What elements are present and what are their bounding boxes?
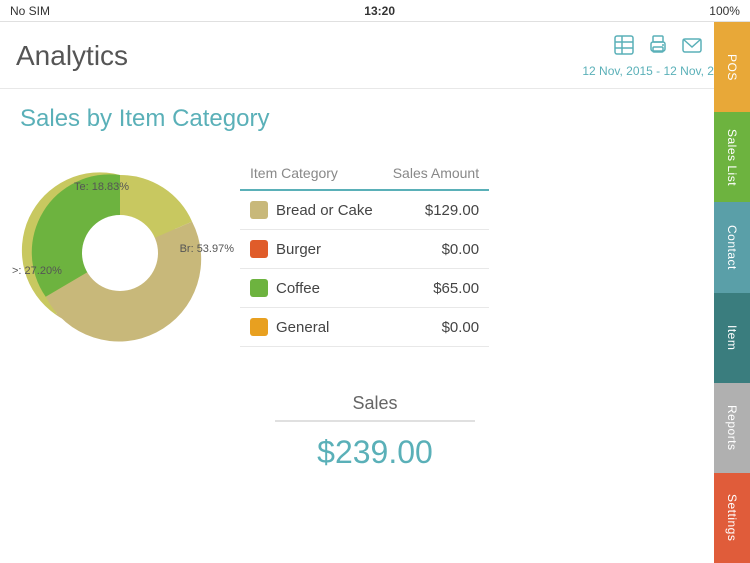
table-row: General $0.00 [240, 308, 489, 347]
category-name: Burger [276, 241, 321, 258]
table-container: Item Category Sales Amount Bread or Cake… [240, 159, 730, 347]
chart-table-row: Te: 18.83% Br: 53.97% >: 27.20% Item Cat… [20, 153, 730, 353]
date-range: 12 Nov, 2015 - 12 Nov, 2015 [582, 64, 734, 78]
main-content: Analytics [0, 22, 750, 563]
status-right: 100% [709, 4, 740, 18]
category-cell: Bread or Cake [240, 190, 383, 230]
status-bar: No SIM 13:20 100% [0, 0, 750, 22]
page-content: Sales by Item Category [0, 89, 750, 487]
amount-cell: $0.00 [383, 230, 489, 269]
sidebar-item-pos[interactable]: POS [714, 22, 750, 112]
print-icon[interactable] [613, 34, 635, 62]
sidebar: POSSales ListContactItemReportsSettings [714, 22, 750, 563]
category-cell: Burger [240, 230, 383, 269]
amount-cell: $65.00 [383, 269, 489, 308]
sidebar-item-sales-list[interactable]: Sales List [714, 112, 750, 202]
sales-amount: $239.00 [20, 434, 730, 471]
amount-cell: $0.00 [383, 308, 489, 347]
sidebar-item-reports[interactable]: Reports [714, 383, 750, 473]
chart-label-te: Te: 18.83% [74, 181, 129, 193]
sales-total-section: Sales $239.00 [20, 383, 730, 471]
category-name: Coffee [276, 280, 320, 297]
email-icon[interactable] [681, 34, 703, 62]
color-swatch [250, 318, 268, 336]
category-name: Bread or Cake [276, 202, 373, 219]
section-title: Sales by Item Category [20, 105, 730, 133]
app-container: Analytics [0, 22, 750, 563]
category-cell: Coffee [240, 269, 383, 308]
chart-label-co: >: 27.20% [12, 265, 62, 277]
chart-label-br: Br: 53.97% [180, 243, 234, 255]
sidebar-item-contact[interactable]: Contact [714, 202, 750, 292]
category-cell: General [240, 308, 383, 347]
battery-label: 100% [709, 4, 740, 18]
table-row: Coffee $65.00 [240, 269, 489, 308]
sales-label: Sales [275, 393, 475, 422]
header-actions: 12 Nov, 2015 - 12 Nov, 2015 [582, 34, 734, 78]
color-swatch [250, 240, 268, 258]
col-category: Item Category [240, 159, 383, 190]
header: Analytics [0, 22, 750, 89]
table-row: Bread or Cake $129.00 [240, 190, 489, 230]
time-label: 13:20 [364, 4, 395, 18]
col-amount: Sales Amount [383, 159, 489, 190]
amount-cell: $129.00 [383, 190, 489, 230]
category-name: General [276, 319, 329, 336]
table-row: Burger $0.00 [240, 230, 489, 269]
sidebar-item-item[interactable]: Item [714, 293, 750, 383]
color-swatch [250, 279, 268, 297]
carrier-label: No SIM [10, 4, 50, 18]
sidebar-item-settings[interactable]: Settings [714, 473, 750, 563]
page-title: Analytics [16, 40, 128, 72]
icon-group: 12 Nov, 2015 - 12 Nov, 2015 [582, 34, 734, 78]
donut-chart: Te: 18.83% Br: 53.97% >: 27.20% [20, 153, 220, 353]
color-swatch [250, 201, 268, 219]
export-icon[interactable] [647, 34, 669, 62]
category-table: Item Category Sales Amount Bread or Cake… [240, 159, 489, 347]
